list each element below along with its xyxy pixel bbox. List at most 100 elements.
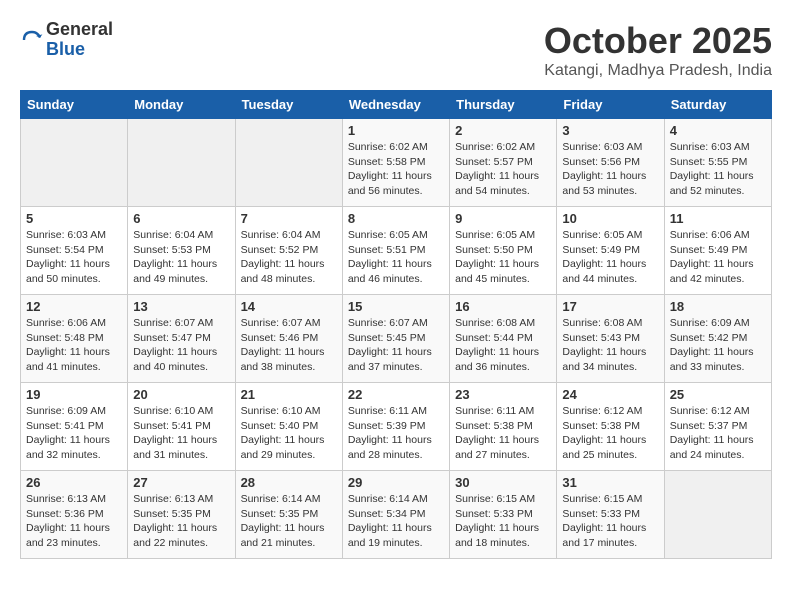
calendar-week-row: 19 Sunrise: 6:09 AMSunset: 5:41 PMDayligh… <box>21 383 772 471</box>
day-number: 3 <box>562 123 658 138</box>
day-number: 27 <box>133 475 229 490</box>
calendar-cell: 4Sunrise: 6:03 AMSunset: 5:55 PMDaylight… <box>664 119 771 207</box>
weekday-header-saturday: Saturday <box>664 91 771 119</box>
cell-content: Sunrise: 6:02 AMSunset: 5:57 PMDaylight:… <box>455 140 551 199</box>
weekday-header-friday: Friday <box>557 91 664 119</box>
day-number: 10 <box>562 211 658 226</box>
calendar-cell: 14 Sunrise: 6:07 AMSunset: 5:46 PMDayligh… <box>235 295 342 383</box>
cell-content: Sunrise: 6:03 AMSunset: 5:54 PMDaylight:… <box>26 228 122 287</box>
calendar-title: October 2025 <box>544 20 772 62</box>
day-number: 24 <box>562 387 658 402</box>
weekday-header-sunday: Sunday <box>21 91 128 119</box>
calendar-cell: 15 Sunrise: 6:07 AMSunset: 5:45 PMDayligh… <box>342 295 449 383</box>
calendar-cell: 5 Sunrise: 6:03 AMSunset: 5:54 PMDaylight… <box>21 207 128 295</box>
calendar-week-row: 1Sunrise: 6:02 AMSunset: 5:58 PMDaylight… <box>21 119 772 207</box>
weekday-header-thursday: Thursday <box>450 91 557 119</box>
day-number: 6 <box>133 211 229 226</box>
calendar-cell: 22 Sunrise: 6:11 AMSunset: 5:39 PMDayligh… <box>342 383 449 471</box>
calendar-cell: 23Sunrise: 6:11 AMSunset: 5:38 PMDayligh… <box>450 383 557 471</box>
calendar-cell: 12 Sunrise: 6:06 AMSunset: 5:48 PMDayligh… <box>21 295 128 383</box>
day-number: 15 <box>348 299 444 314</box>
calendar-cell: 7 Sunrise: 6:04 AMSunset: 5:52 PMDaylight… <box>235 207 342 295</box>
logo-icon <box>20 28 44 52</box>
logo-blue-text: Blue <box>46 40 113 60</box>
cell-content: Sunrise: 6:06 AMSunset: 5:48 PMDaylight:… <box>26 316 122 375</box>
logo-general-text: General <box>46 20 113 40</box>
cell-content: Sunrise: 6:10 AMSunset: 5:41 PMDaylight:… <box>133 404 229 463</box>
cell-content: Sunrise: 6:12 AMSunset: 5:37 PMDaylight:… <box>670 404 766 463</box>
day-number: 14 <box>241 299 337 314</box>
day-number: 12 <box>26 299 122 314</box>
page-header: General Blue October 2025 Katangi, Madhy… <box>20 20 772 80</box>
title-block: October 2025 Katangi, Madhya Pradesh, In… <box>544 20 772 80</box>
calendar-cell: 16Sunrise: 6:08 AMSunset: 5:44 PMDayligh… <box>450 295 557 383</box>
day-number: 31 <box>562 475 658 490</box>
cell-content: Sunrise: 6:14 AMSunset: 5:34 PMDaylight:… <box>348 492 444 551</box>
calendar-cell: 26 Sunrise: 6:13 AMSunset: 5:36 PMDayligh… <box>21 471 128 559</box>
day-number: 25 <box>670 387 766 402</box>
calendar-cell <box>21 119 128 207</box>
calendar-cell: 1Sunrise: 6:02 AMSunset: 5:58 PMDaylight… <box>342 119 449 207</box>
calendar-cell: 2 Sunrise: 6:02 AMSunset: 5:57 PMDaylight… <box>450 119 557 207</box>
cell-content: Sunrise: 6:05 AMSunset: 5:50 PMDaylight:… <box>455 228 551 287</box>
day-number: 11 <box>670 211 766 226</box>
cell-content: Sunrise: 6:15 AMSunset: 5:33 PMDaylight:… <box>455 492 551 551</box>
calendar-week-row: 12 Sunrise: 6:06 AMSunset: 5:48 PMDayligh… <box>21 295 772 383</box>
calendar-cell: 11 Sunrise: 6:06 AMSunset: 5:49 PMDayligh… <box>664 207 771 295</box>
cell-content: Sunrise: 6:10 AMSunset: 5:40 PMDaylight:… <box>241 404 337 463</box>
day-number: 22 <box>348 387 444 402</box>
cell-content: Sunrise: 6:04 AMSunset: 5:52 PMDaylight:… <box>241 228 337 287</box>
weekday-header-row: SundayMondayTuesdayWednesdayThursdayFrid… <box>21 91 772 119</box>
calendar-cell: 18Sunrise: 6:09 AMSunset: 5:42 PMDayligh… <box>664 295 771 383</box>
day-number: 26 <box>26 475 122 490</box>
cell-content: Sunrise: 6:05 AMSunset: 5:49 PMDaylight:… <box>562 228 658 287</box>
calendar-cell: 25 Sunrise: 6:12 AMSunset: 5:37 PMDayligh… <box>664 383 771 471</box>
cell-content: Sunrise: 6:03 AMSunset: 5:55 PMDaylight:… <box>670 140 766 199</box>
day-number: 8 <box>348 211 444 226</box>
calendar-cell <box>664 471 771 559</box>
cell-content: Sunrise: 6:05 AMSunset: 5:51 PMDaylight:… <box>348 228 444 287</box>
cell-content: Sunrise: 6:12 AMSunset: 5:38 PMDaylight:… <box>562 404 658 463</box>
cell-content: Sunrise: 6:15 AMSunset: 5:33 PMDaylight:… <box>562 492 658 551</box>
day-number: 2 <box>455 123 551 138</box>
weekday-header-wednesday: Wednesday <box>342 91 449 119</box>
weekday-header-tuesday: Tuesday <box>235 91 342 119</box>
calendar-cell: 3 Sunrise: 6:03 AMSunset: 5:56 PMDaylight… <box>557 119 664 207</box>
calendar-cell: 24 Sunrise: 6:12 AMSunset: 5:38 PMDayligh… <box>557 383 664 471</box>
calendar-cell <box>128 119 235 207</box>
cell-content: Sunrise: 6:04 AMSunset: 5:53 PMDaylight:… <box>133 228 229 287</box>
calendar-cell: 19 Sunrise: 6:09 AMSunset: 5:41 PMDayligh… <box>21 383 128 471</box>
day-number: 13 <box>133 299 229 314</box>
cell-content: Sunrise: 6:14 AMSunset: 5:35 PMDaylight:… <box>241 492 337 551</box>
calendar-cell: 6 Sunrise: 6:04 AMSunset: 5:53 PMDaylight… <box>128 207 235 295</box>
day-number: 29 <box>348 475 444 490</box>
calendar-table: SundayMondayTuesdayWednesdayThursdayFrid… <box>20 90 772 559</box>
calendar-cell: 27Sunrise: 6:13 AMSunset: 5:35 PMDayligh… <box>128 471 235 559</box>
cell-content: Sunrise: 6:07 AMSunset: 5:46 PMDaylight:… <box>241 316 337 375</box>
calendar-cell: 28Sunrise: 6:14 AMSunset: 5:35 PMDayligh… <box>235 471 342 559</box>
day-number: 19 <box>26 387 122 402</box>
cell-content: Sunrise: 6:08 AMSunset: 5:43 PMDaylight:… <box>562 316 658 375</box>
cell-content: Sunrise: 6:03 AMSunset: 5:56 PMDaylight:… <box>562 140 658 199</box>
cell-content: Sunrise: 6:11 AMSunset: 5:39 PMDaylight:… <box>348 404 444 463</box>
cell-content: Sunrise: 6:13 AMSunset: 5:36 PMDaylight:… <box>26 492 122 551</box>
day-number: 9 <box>455 211 551 226</box>
day-number: 1 <box>348 123 444 138</box>
cell-content: Sunrise: 6:07 AMSunset: 5:45 PMDaylight:… <box>348 316 444 375</box>
calendar-cell: 9 Sunrise: 6:05 AMSunset: 5:50 PMDaylight… <box>450 207 557 295</box>
day-number: 5 <box>26 211 122 226</box>
cell-content: Sunrise: 6:06 AMSunset: 5:49 PMDaylight:… <box>670 228 766 287</box>
calendar-cell: 31 Sunrise: 6:15 AMSunset: 5:33 PMDayligh… <box>557 471 664 559</box>
cell-content: Sunrise: 6:09 AMSunset: 5:41 PMDaylight:… <box>26 404 122 463</box>
day-number: 17 <box>562 299 658 314</box>
calendar-cell: 30Sunrise: 6:15 AMSunset: 5:33 PMDayligh… <box>450 471 557 559</box>
calendar-cell <box>235 119 342 207</box>
calendar-cell: 20Sunrise: 6:10 AMSunset: 5:41 PMDayligh… <box>128 383 235 471</box>
calendar-cell: 10 Sunrise: 6:05 AMSunset: 5:49 PMDayligh… <box>557 207 664 295</box>
day-number: 7 <box>241 211 337 226</box>
calendar-cell: 8 Sunrise: 6:05 AMSunset: 5:51 PMDaylight… <box>342 207 449 295</box>
calendar-cell: 17 Sunrise: 6:08 AMSunset: 5:43 PMDayligh… <box>557 295 664 383</box>
calendar-cell: 13Sunrise: 6:07 AMSunset: 5:47 PMDayligh… <box>128 295 235 383</box>
calendar-subtitle: Katangi, Madhya Pradesh, India <box>544 62 772 80</box>
cell-content: Sunrise: 6:09 AMSunset: 5:42 PMDaylight:… <box>670 316 766 375</box>
